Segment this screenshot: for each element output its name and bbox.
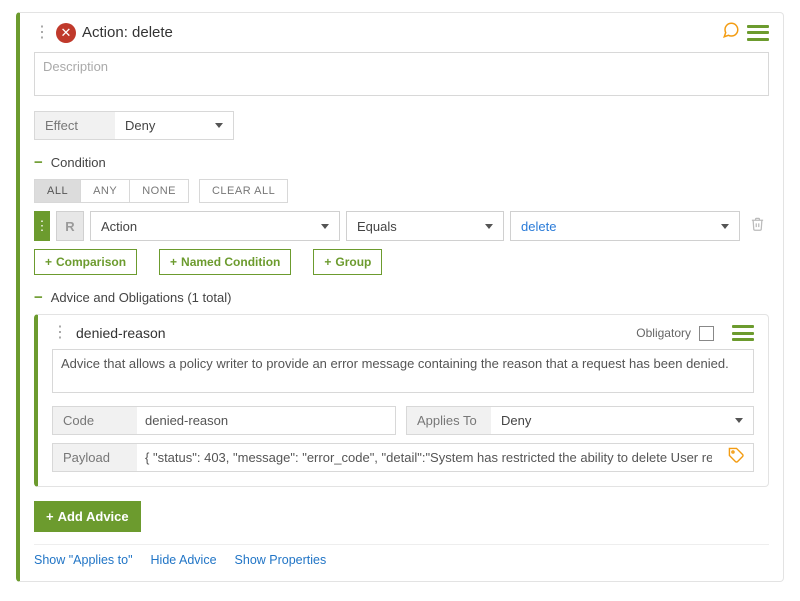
comment-icon[interactable]	[721, 21, 741, 44]
advice-header: ⋮ denied-reason Obligatory	[52, 325, 754, 341]
effect-label: Effect	[35, 112, 115, 139]
code-applies-row: Code Applies To Deny	[52, 406, 754, 435]
applies-to-select[interactable]: Deny	[491, 407, 753, 434]
obligatory-checkbox[interactable]	[699, 326, 714, 341]
rule-title: Action: delete	[82, 24, 715, 41]
applies-to-field: Applies To Deny	[406, 406, 754, 435]
advice-section-head: − Advice and Obligations (1 total)	[34, 289, 769, 306]
r-badge: R	[56, 211, 84, 241]
tab-none[interactable]: NONE	[130, 180, 188, 202]
delete-rule-button[interactable]: ✕	[56, 23, 76, 43]
effect-field: Effect Deny	[34, 111, 234, 140]
condition-toolbar: ALL ANY NONE CLEAR ALL	[34, 179, 769, 203]
rule-card: ⋮ ✕ Action: delete Effect Deny − Conditi…	[16, 12, 784, 582]
drag-handle-icon[interactable]: ⋮	[34, 25, 50, 41]
collapse-toggle-advice[interactable]: −	[34, 289, 43, 306]
condition-row: ⋮ R Action Equals delete	[34, 211, 769, 241]
tag-icon[interactable]	[720, 447, 753, 469]
payload-row: Payload	[52, 443, 754, 472]
payload-field: Payload	[52, 443, 754, 472]
advice-description[interactable]	[52, 349, 754, 393]
chevron-down-icon	[721, 224, 729, 229]
chevron-down-icon	[215, 123, 223, 128]
advice-heading: Advice and Obligations (1 total)	[51, 290, 232, 305]
effect-value: Deny	[125, 118, 155, 133]
plus-icon: +	[170, 255, 177, 269]
effect-select[interactable]: Deny	[115, 112, 233, 139]
description-input[interactable]	[34, 52, 769, 96]
add-group-button[interactable]: +Group	[313, 249, 382, 275]
drag-handle-icon[interactable]: ⋮	[52, 325, 68, 341]
plus-icon: +	[324, 255, 331, 269]
plus-icon: +	[45, 255, 52, 269]
operator-select[interactable]: Equals	[346, 211, 504, 241]
menu-icon[interactable]	[747, 25, 769, 41]
rule-header: ⋮ ✕ Action: delete	[34, 21, 769, 44]
value-select[interactable]: delete	[510, 211, 740, 241]
condition-section-head: − Condition	[34, 154, 769, 171]
add-named-condition-button[interactable]: +Named Condition	[159, 249, 291, 275]
footer-links: Show "Applies to" Hide Advice Show Prope…	[34, 553, 769, 567]
operator-value: Equals	[357, 219, 397, 234]
condition-heading: Condition	[51, 155, 106, 170]
tab-any[interactable]: ANY	[81, 180, 130, 202]
chevron-down-icon	[321, 224, 329, 229]
clear-all-button[interactable]: CLEAR ALL	[200, 180, 287, 202]
code-label: Code	[53, 407, 137, 434]
tab-all[interactable]: ALL	[35, 180, 81, 202]
add-buttons-row: +Comparison +Named Condition +Group	[34, 249, 769, 275]
chevron-down-icon	[735, 418, 743, 423]
condition-drag-handle[interactable]: ⋮	[34, 211, 50, 241]
add-advice-button[interactable]: +Add Advice	[34, 501, 141, 532]
plus-icon: +	[46, 509, 54, 524]
combine-mode-group: ALL ANY NONE	[34, 179, 189, 203]
divider	[34, 544, 769, 545]
add-comparison-button[interactable]: +Comparison	[34, 249, 137, 275]
code-input[interactable]	[137, 407, 395, 434]
clear-all-group: CLEAR ALL	[199, 179, 288, 203]
show-applies-to-link[interactable]: Show "Applies to"	[34, 553, 133, 567]
attribute-value: Action	[101, 219, 137, 234]
payload-input[interactable]	[137, 444, 720, 471]
advice-name: denied-reason	[76, 325, 628, 341]
code-field: Code	[52, 406, 396, 435]
delete-row-icon[interactable]	[746, 216, 769, 237]
applies-to-label: Applies To	[407, 407, 491, 434]
show-properties-link[interactable]: Show Properties	[235, 553, 327, 567]
obligatory-label: Obligatory	[636, 326, 691, 340]
attribute-select[interactable]: Action	[90, 211, 340, 241]
payload-label: Payload	[53, 444, 137, 471]
menu-icon[interactable]	[732, 325, 754, 341]
value-text: delete	[521, 219, 556, 234]
advice-panel: ⋮ denied-reason Obligatory Code Applies …	[34, 314, 769, 487]
chevron-down-icon	[485, 224, 493, 229]
collapse-toggle-condition[interactable]: −	[34, 154, 43, 171]
hide-advice-link[interactable]: Hide Advice	[151, 553, 217, 567]
